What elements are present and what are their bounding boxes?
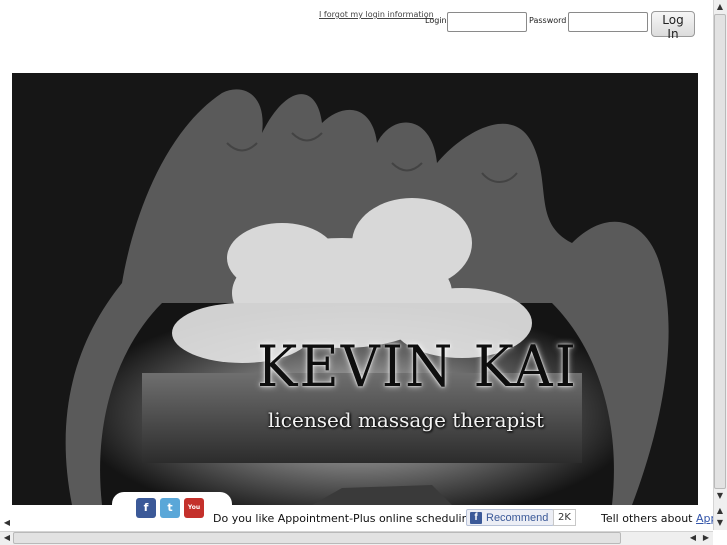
hero-image bbox=[12, 73, 698, 505]
scheduling-question: Do you like Appointment-Plus online sche… bbox=[213, 512, 482, 525]
tell-others-text: Tell others about App bbox=[601, 512, 718, 525]
tell-prefix: Tell others about bbox=[601, 512, 693, 525]
arrow-up-icon[interactable]: ▲ bbox=[714, 505, 726, 517]
twitter-icon[interactable]: t bbox=[160, 498, 180, 518]
arrow-left-icon[interactable]: ◀ bbox=[1, 532, 13, 544]
arrow-right-icon[interactable]: ▶ bbox=[700, 532, 712, 544]
brand-tagline: licensed massage therapist bbox=[268, 408, 545, 432]
log-in-button[interactable]: Log In bbox=[651, 11, 695, 41]
recommend-button[interactable]: f Recommend bbox=[466, 509, 555, 526]
arrow-left-icon[interactable]: ◀ bbox=[687, 532, 699, 544]
forgot-login-link[interactable]: I forgot my login information bbox=[319, 10, 434, 19]
vertical-scroll-thumb[interactable] bbox=[714, 14, 726, 489]
arrow-down-icon[interactable]: ▼ bbox=[714, 517, 726, 529]
facebook-logo-icon: f bbox=[470, 511, 482, 524]
recommend-label: Recommend bbox=[486, 511, 549, 524]
login-input[interactable] bbox=[447, 12, 527, 32]
login-label: Login bbox=[425, 16, 447, 25]
hero-banner: KEVIN KAI licensed massage therapist bbox=[12, 73, 698, 505]
brand-name: KEVIN KAI bbox=[257, 333, 578, 400]
arrow-left-icon[interactable]: ◀ bbox=[1, 517, 13, 529]
horizontal-scroll-thumb[interactable] bbox=[13, 532, 621, 544]
password-input[interactable] bbox=[568, 12, 648, 32]
arrow-up-icon[interactable]: ▲ bbox=[714, 1, 726, 13]
facebook-icon[interactable]: f bbox=[136, 498, 156, 518]
password-label: Password bbox=[529, 16, 567, 25]
recommend-count: 2K bbox=[553, 509, 576, 526]
arrow-down-icon[interactable]: ▼ bbox=[714, 490, 726, 502]
youtube-icon[interactable]: You Tube bbox=[184, 498, 204, 531]
